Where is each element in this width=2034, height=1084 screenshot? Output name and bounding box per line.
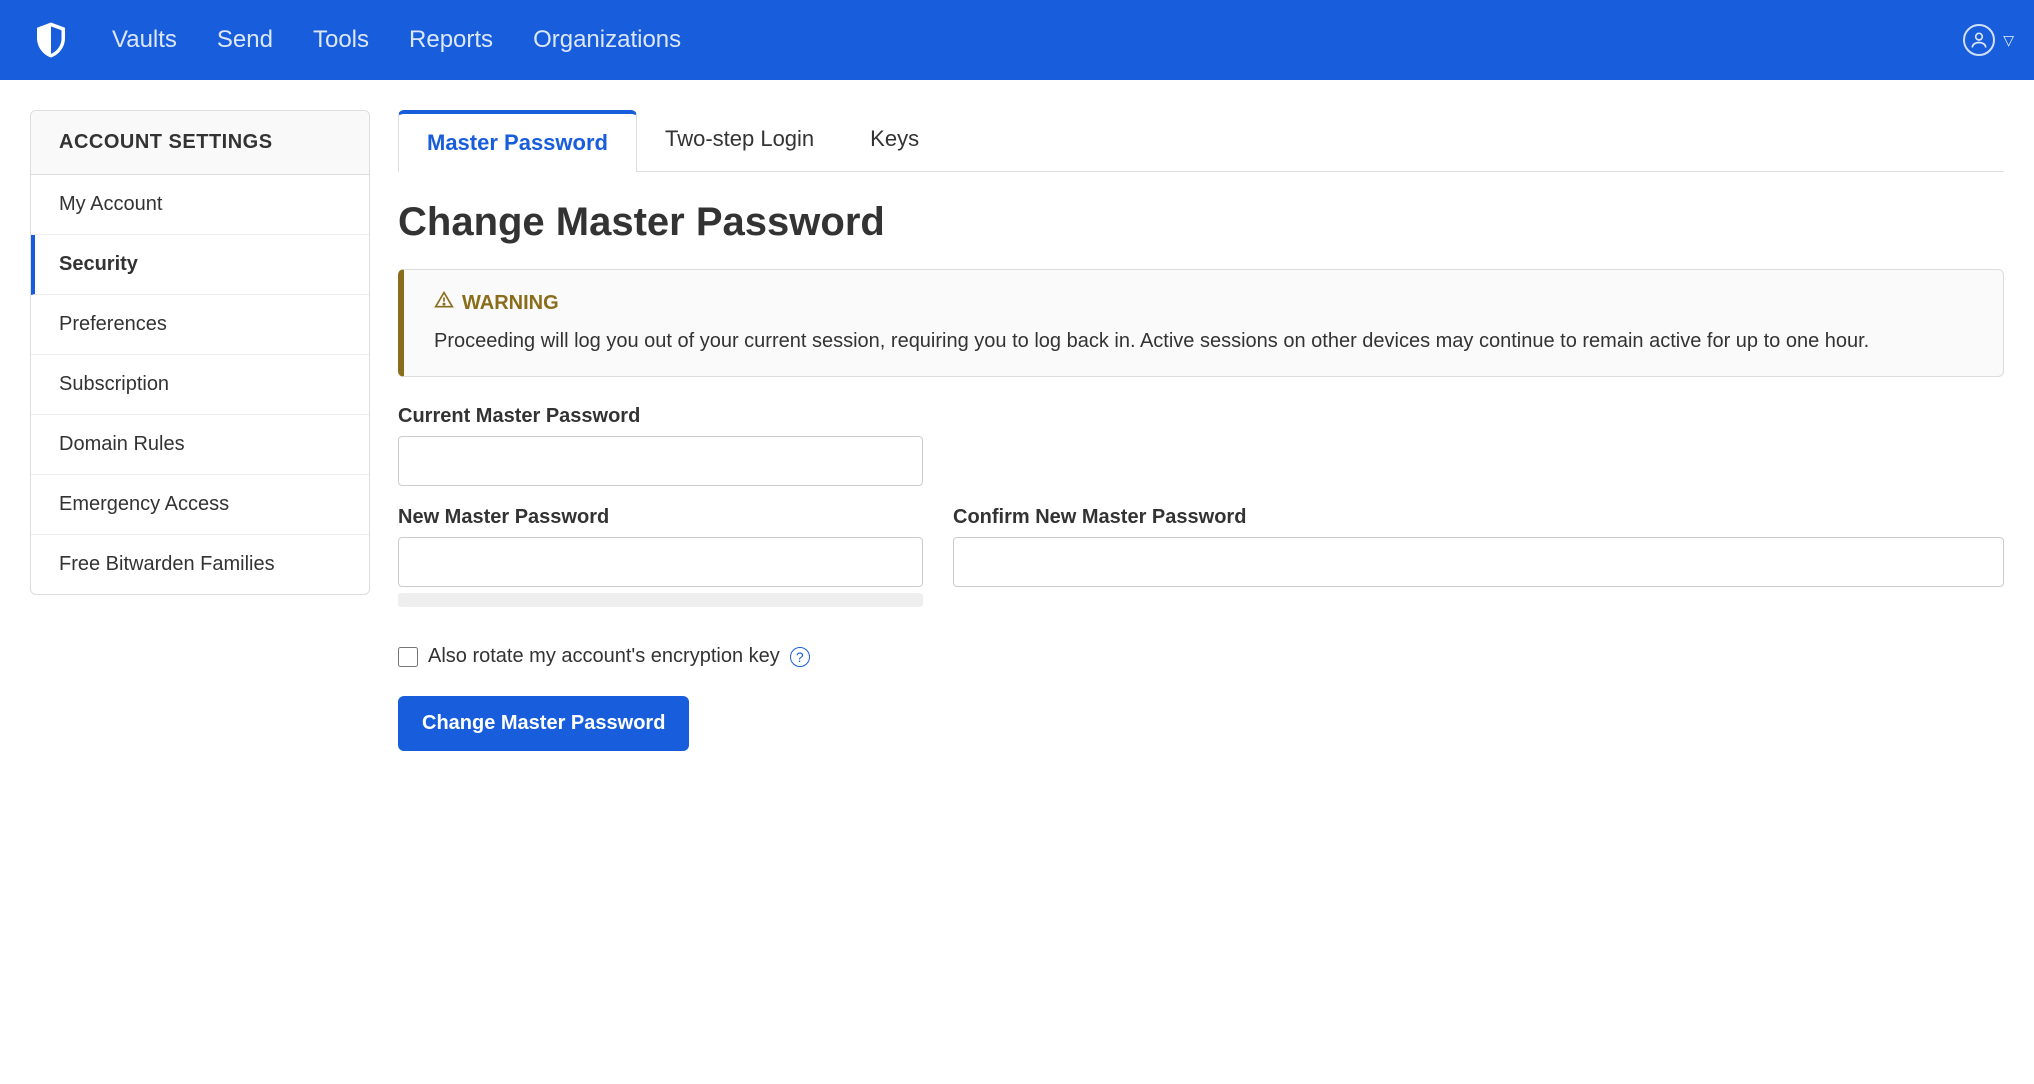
new-password-label: New Master Password	[398, 506, 923, 529]
change-password-button[interactable]: Change Master Password	[398, 696, 689, 751]
chevron-down-icon: ▽	[2003, 32, 2014, 49]
rotate-key-label: Also rotate my account's encryption key	[428, 645, 780, 668]
nav-link-organizations[interactable]: Organizations	[533, 26, 681, 54]
settings-sidebar: ACCOUNT SETTINGS My Account Security Pre…	[30, 110, 370, 595]
warning-callout: WARNING Proceeding will log you out of y…	[398, 269, 2004, 377]
tab-master-password[interactable]: Master Password	[398, 110, 637, 172]
nav-link-tools[interactable]: Tools	[313, 26, 369, 54]
user-avatar-icon	[1963, 24, 1995, 56]
sidebar-item-domain-rules[interactable]: Domain Rules	[31, 415, 369, 475]
confirm-password-label: Confirm New Master Password	[953, 506, 2004, 529]
current-password-label: Current Master Password	[398, 405, 923, 428]
sidebar-item-subscription[interactable]: Subscription	[31, 355, 369, 415]
sidebar-item-preferences[interactable]: Preferences	[31, 295, 369, 355]
new-password-input[interactable]	[398, 537, 923, 587]
password-strength-bar	[398, 593, 923, 607]
warning-body: Proceeding will log you out of your curr…	[434, 326, 1973, 356]
sidebar-header: ACCOUNT SETTINGS	[31, 111, 369, 175]
tab-keys[interactable]: Keys	[842, 110, 947, 171]
page-title: Change Master Password	[398, 200, 2004, 245]
sidebar-item-my-account[interactable]: My Account	[31, 175, 369, 235]
sidebar-item-free-families[interactable]: Free Bitwarden Families	[31, 535, 369, 594]
top-navigation: Vaults Send Tools Reports Organizations …	[0, 0, 2034, 80]
security-tabs: Master Password Two-step Login Keys	[398, 110, 2004, 172]
main-content: Master Password Two-step Login Keys Chan…	[398, 110, 2034, 751]
nav-link-send[interactable]: Send	[217, 26, 273, 54]
warning-icon	[434, 290, 454, 316]
rotate-key-checkbox[interactable]	[398, 647, 418, 667]
tab-two-step-login[interactable]: Two-step Login	[637, 110, 842, 171]
nav-link-vaults[interactable]: Vaults	[112, 26, 177, 54]
shield-logo-icon	[30, 19, 72, 61]
account-menu[interactable]: ▽	[1963, 24, 2014, 56]
nav-link-reports[interactable]: Reports	[409, 26, 493, 54]
help-icon[interactable]: ?	[790, 647, 810, 667]
confirm-password-input[interactable]	[953, 537, 2004, 587]
current-password-input[interactable]	[398, 436, 923, 486]
nav-links: Vaults Send Tools Reports Organizations	[112, 26, 1963, 54]
sidebar-item-security[interactable]: Security	[31, 235, 369, 295]
warning-title: WARNING	[462, 292, 559, 315]
sidebar-item-emergency-access[interactable]: Emergency Access	[31, 475, 369, 535]
